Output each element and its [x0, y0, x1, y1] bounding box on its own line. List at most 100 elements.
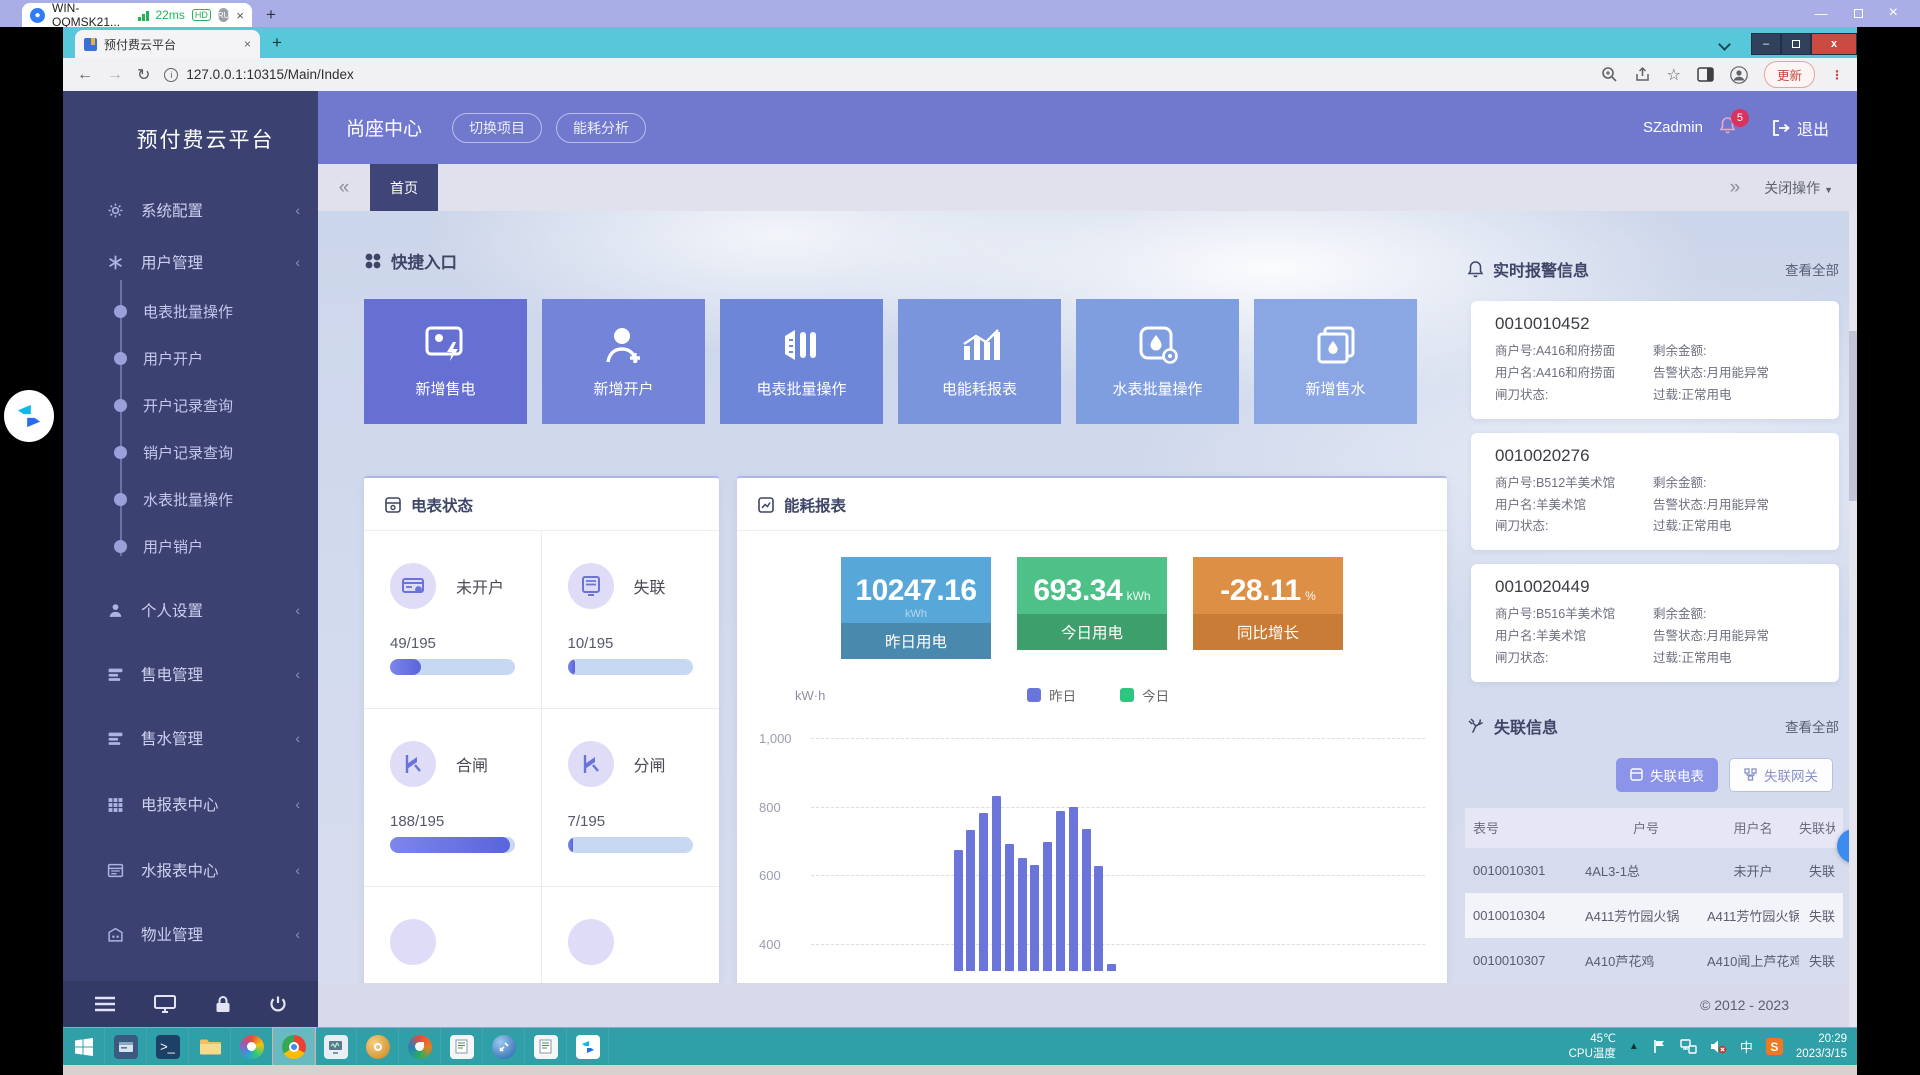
alarm-switch-state: 闸刀状态:: [1495, 516, 1653, 538]
offline-table-row[interactable]: 0010010304 A411芳竹园火锅 A411芳竹园火锅 失联: [1465, 893, 1843, 938]
taskbar-notepad[interactable]: [441, 1028, 483, 1065]
menu-icon[interactable]: [94, 996, 116, 1012]
remote-session-tab[interactable]: ● WIN-OQMSK21... 22ms HD RU ×: [22, 3, 252, 27]
energy-analysis-button[interactable]: 能耗分析: [556, 113, 646, 143]
ime-indicator[interactable]: 中: [1740, 1037, 1753, 1056]
close-session-icon[interactable]: ×: [236, 8, 244, 23]
status-progress: [390, 837, 515, 853]
power-icon[interactable]: [269, 995, 287, 1013]
taskbar-media-app[interactable]: [231, 1028, 273, 1065]
tile-energy-report[interactable]: 电能耗报表: [898, 299, 1061, 424]
tab-home[interactable]: 首页: [370, 164, 438, 211]
taskbar-tools-app[interactable]: [483, 1028, 525, 1065]
alarms-view-all-link[interactable]: 查看全部: [1785, 259, 1839, 279]
zoom-icon[interactable]: [1601, 66, 1618, 83]
taskbar-server-manager[interactable]: [105, 1028, 147, 1065]
window-restore-button[interactable]: [1781, 33, 1811, 55]
tray-expand-icon[interactable]: ▲: [1629, 1041, 1639, 1052]
tile-meter-batch[interactable]: 电表批量操作: [720, 299, 883, 424]
switch-project-button[interactable]: 切换项目: [452, 113, 542, 143]
tile-water-batch[interactable]: 水表批量操作: [1076, 299, 1239, 424]
app-close-button[interactable]: ×: [1889, 5, 1898, 21]
taskbar-powershell[interactable]: >_: [147, 1028, 189, 1065]
scroll-tabs-right-icon[interactable]: »: [1730, 177, 1741, 199]
chevron-left-icon: ‹: [295, 666, 300, 682]
app-minimize-button[interactable]: —: [1815, 7, 1828, 20]
cpu-temp-widget[interactable]: 45℃ CPU温度: [1569, 1032, 1616, 1061]
sidebar-subitem-close-records[interactable]: 销户记录查询: [63, 429, 318, 476]
taskbar-gear-app[interactable]: [357, 1028, 399, 1065]
sidebar-subitem-water-batch[interactable]: 水表批量操作: [63, 476, 318, 523]
sidebar-item-system-config[interactable]: 系统配置 ‹: [63, 184, 318, 236]
sidebar-item-water-reports[interactable]: 水报表中心 ‹: [63, 844, 318, 896]
kpi-value: 10247.16: [855, 574, 976, 607]
chrome-tab-strip: 预付费云平台 × + – x: [63, 27, 1857, 58]
tray-clock[interactable]: 20:29 2023/3/15: [1796, 1032, 1847, 1062]
sidebar-item-sell-electric[interactable]: 售电管理 ‹: [63, 648, 318, 700]
switch-off-icon: [579, 752, 603, 776]
offline-table-row[interactable]: 0010010307 A410芦花鸡 A410闻上芦花鸡 失联: [1465, 938, 1843, 983]
sidebar-subitem-meter-batch[interactable]: 电表批量操作: [63, 288, 318, 335]
taskbar-todesk[interactable]: [567, 1028, 609, 1065]
content-v-scrollbar[interactable]: [1849, 211, 1857, 1027]
alarm-card[interactable]: 0010020276 商户号:B512羊美术馆 用户名:羊美术馆 闸刀状态: 剩…: [1471, 433, 1839, 551]
offline-meter-button[interactable]: 失联电表: [1616, 758, 1718, 792]
sidebar-subitem-close-account[interactable]: 用户销户: [63, 523, 318, 570]
browser-tab[interactable]: 预付费云平台 ×: [75, 30, 260, 58]
logout-button[interactable]: 退出: [1772, 116, 1829, 140]
close-tab-icon[interactable]: ×: [244, 37, 251, 51]
project-name: 尚座中心: [346, 114, 422, 141]
site-info-icon[interactable]: i: [164, 68, 178, 82]
forward-icon[interactable]: →: [107, 66, 123, 84]
tile-new-sell-water[interactable]: 新增售水: [1254, 299, 1417, 424]
sidebar-subitem-open-records[interactable]: 开户记录查询: [63, 382, 318, 429]
sidebar-item-personal[interactable]: 个人设置 ‹: [63, 584, 318, 636]
app-restore-button[interactable]: [1854, 9, 1863, 18]
flag-icon[interactable]: [1652, 1039, 1667, 1054]
bookmark-star-icon[interactable]: ☆: [1667, 65, 1681, 85]
sidebar-subitem-open-account[interactable]: 用户开户: [63, 335, 318, 382]
start-button[interactable]: [63, 1028, 105, 1065]
speaker-muted-icon[interactable]: [1710, 1039, 1727, 1054]
legend-today[interactable]: 今日: [1120, 685, 1169, 705]
profile-avatar-icon[interactable]: [1730, 66, 1748, 84]
taskbar-file-explorer[interactable]: [189, 1028, 231, 1065]
update-button[interactable]: 更新: [1764, 61, 1815, 88]
tile-new-sell-power[interactable]: 新增售电: [364, 299, 527, 424]
taskbar-color-app[interactable]: [399, 1028, 441, 1065]
back-icon[interactable]: ←: [77, 66, 93, 84]
sogou-icon[interactable]: S: [1766, 1038, 1783, 1055]
taskbar-document-viewer[interactable]: [525, 1028, 567, 1065]
share-icon[interactable]: [1634, 66, 1651, 83]
new-session-button[interactable]: +: [266, 5, 276, 25]
sidebar-item-property[interactable]: 物业管理 ‹: [63, 908, 318, 960]
offline-gateway-button[interactable]: 失联网关: [1729, 758, 1833, 792]
reload-icon[interactable]: ↻: [137, 65, 150, 85]
notification-bell[interactable]: 5: [1719, 116, 1736, 139]
window-minimize-button[interactable]: –: [1751, 33, 1781, 55]
taskbar-monitor-app[interactable]: [315, 1028, 357, 1065]
lock-icon[interactable]: [215, 995, 231, 1013]
offline-view-all-link[interactable]: 查看全部: [1785, 716, 1839, 736]
window-close-button[interactable]: x: [1811, 33, 1857, 55]
network-icon[interactable]: [1680, 1039, 1697, 1054]
taskbar-chrome[interactable]: [273, 1028, 315, 1065]
offline-table-row[interactable]: 0010010301 4AL3-1总 未开户 失联: [1465, 848, 1843, 893]
app-title: 预付费云平台: [63, 91, 318, 184]
new-tab-button[interactable]: +: [272, 33, 282, 53]
address-bar[interactable]: i 127.0.0.1:10315/Main/Index: [164, 67, 1586, 82]
alarm-card[interactable]: 0010010452 商户号:A416和府捞面 用户名:A416和府捞面 闸刀状…: [1471, 301, 1839, 419]
sidebar-item-sell-water[interactable]: 售水管理 ‹: [63, 712, 318, 764]
alarm-card[interactable]: 0010020449 商户号:B516羊美术馆 用户名:羊美术馆 闸刀状态: 剩…: [1471, 564, 1839, 682]
scroll-tabs-left-icon[interactable]: «: [318, 164, 370, 211]
side-panel-icon[interactable]: [1697, 67, 1714, 82]
tile-new-account[interactable]: 新增开户: [542, 299, 705, 424]
sidebar-item-electric-reports[interactable]: 电报表中心 ‹: [63, 778, 318, 830]
browser-menu-icon[interactable]: ⋮: [1831, 68, 1843, 82]
close-operations-dropdown[interactable]: 关闭操作 ▼: [1764, 178, 1833, 198]
legend-yesterday[interactable]: 昨日: [1027, 685, 1076, 705]
chevron-down-icon[interactable]: [1718, 38, 1731, 51]
monitor-icon[interactable]: [154, 995, 176, 1013]
sidebar-item-user-mgmt[interactable]: 用户管理 ‹: [63, 236, 318, 288]
todesk-floating-ball[interactable]: [4, 390, 54, 442]
